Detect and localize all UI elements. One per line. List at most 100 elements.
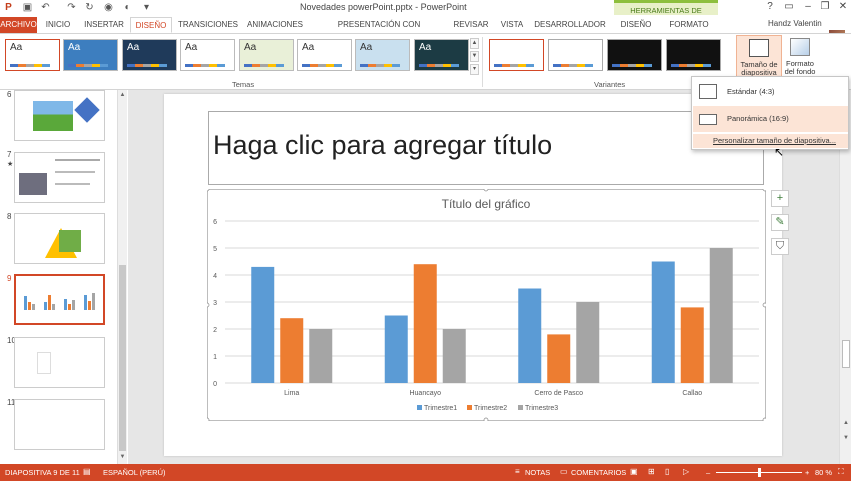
ribbon-display-button[interactable]: ▭ <box>783 1 795 13</box>
group-divider <box>482 37 483 87</box>
theme-thumbnail-label: Aa <box>10 42 23 53</box>
variant-thumbnail[interactable] <box>666 39 721 71</box>
tab-transitions[interactable]: TRANSICIONES <box>175 17 241 33</box>
slide-sorter-icon[interactable]: ⊞ <box>648 467 655 476</box>
tab-developer[interactable]: DESARROLLADOR <box>533 17 607 33</box>
touch-mode-icon[interactable]: ◐ <box>122 2 133 13</box>
reading-view-icon[interactable]: ▯ <box>665 467 669 476</box>
start-presentation-icon[interactable]: ◉ <box>103 2 114 13</box>
theme-thumbnail[interactable]: Aa <box>297 39 352 71</box>
close-button[interactable]: ✕ <box>837 1 849 13</box>
theme-thumbnail[interactable]: Aa <box>5 39 60 71</box>
y-tick-label: 0 <box>213 381 217 388</box>
editor-scrollbar-thumb[interactable] <box>842 340 850 368</box>
menu-item-standard[interactable]: Estándar (4:3) <box>693 79 848 105</box>
theme-thumbnail[interactable]: Aa <box>122 39 177 71</box>
theme-thumbnail[interactable]: Aa <box>239 39 294 71</box>
notes-button[interactable]: NOTAS <box>525 468 550 477</box>
tab-chart-design[interactable]: DISEÑO <box>614 17 658 33</box>
thumbnail-scrollbar[interactable]: ▲ ▼ <box>117 90 127 464</box>
chart-styles-button[interactable]: ✎ <box>771 214 789 231</box>
help-button[interactable]: ? <box>764 1 776 13</box>
repeat-icon[interactable]: ↻ <box>84 2 95 13</box>
comments-button[interactable]: COMENTARIOS <box>571 468 626 477</box>
scroll-down-icon[interactable]: ▼ <box>119 454 126 461</box>
gallery-more-icon[interactable]: ▾ <box>470 64 479 75</box>
slide-size-menu: Estándar (4:3) Panorámica (16:9) Persona… <box>691 76 849 150</box>
notes-icon[interactable]: ≡ <box>515 467 520 476</box>
scrollbar-thumb[interactable] <box>119 265 126 451</box>
tab-slideshow[interactable]: PRESENTACIÓN CON DIAPOSITIVAS <box>312 17 446 44</box>
save-icon[interactable]: ▣ <box>22 2 33 13</box>
tab-animations[interactable]: ANIMACIONES <box>244 17 306 33</box>
theme-thumbnail[interactable]: Aa <box>355 39 410 71</box>
slide-size-button[interactable]: Tamaño de diapositiva <box>736 35 782 78</box>
theme-thumbnail-label: Aa <box>302 42 315 53</box>
zoom-in-icon[interactable]: + <box>805 468 809 477</box>
redo-icon[interactable]: ↷ <box>66 2 77 13</box>
language-status[interactable]: ESPAÑOL (PERÚ) <box>103 468 166 477</box>
slide-thumbnail-10[interactable] <box>14 337 105 388</box>
scroll-up-icon[interactable]: ▲ <box>119 92 126 99</box>
variant-thumbnail[interactable] <box>607 39 662 71</box>
theme-thumbnail[interactable]: Aa <box>63 39 118 71</box>
zoom-slider-handle[interactable] <box>758 468 761 477</box>
chart-elements-button[interactable]: + <box>771 190 789 207</box>
slide-thumbnail-7[interactable] <box>14 152 105 203</box>
minimize-button[interactable]: – <box>802 1 814 13</box>
tab-file[interactable]: ARCHIVO <box>0 17 37 33</box>
slide-number: 7 <box>7 150 12 159</box>
slide-thumbnail-9[interactable] <box>14 274 105 325</box>
resize-handle <box>207 417 210 421</box>
landscape-image <box>33 101 73 131</box>
slide-thumbnail-11[interactable] <box>14 399 105 450</box>
scroll-down-icon[interactable]: ▼ <box>842 435 850 441</box>
variant-thumbnail[interactable] <box>548 39 603 71</box>
chart-filters-button[interactable]: ⛉ <box>771 238 789 255</box>
restore-button[interactable]: ❐ <box>819 1 831 13</box>
variant-color-bar <box>553 64 593 67</box>
tab-review[interactable]: REVISAR <box>450 17 492 33</box>
normal-view-icon[interactable]: ▣ <box>630 467 638 476</box>
gallery-up-icon[interactable]: ▲ <box>470 38 479 49</box>
chart-title: Título del gráfico <box>442 197 531 211</box>
theme-thumbnail-label: Aa <box>127 42 140 53</box>
undo-icon[interactable]: ↶ <box>40 2 51 13</box>
tab-view[interactable]: VISTA <box>497 17 527 33</box>
theme-thumbnail-label: Aa <box>419 42 432 53</box>
slide-thumbnail-8[interactable] <box>14 213 105 264</box>
bar-trimestre3-1 <box>442 329 466 383</box>
tab-chart-format[interactable]: FORMATO <box>662 17 716 33</box>
tab-home[interactable]: INICIO <box>40 17 76 33</box>
chart[interactable]: Título del gráfico 0 1 2 3 4 5 6 Lima Huancayo Cer… <box>207 189 766 421</box>
bar-trimestre1-0 <box>251 266 275 383</box>
variant-color-bar <box>671 64 711 67</box>
scroll-up-icon[interactable]: ▲ <box>842 420 850 426</box>
x-tick-label: Huancayo <box>409 390 441 397</box>
spellcheck-icon[interactable]: ▤ <box>83 467 91 476</box>
slideshow-view-icon[interactable]: ▷ <box>683 467 689 476</box>
zoom-out-icon[interactable]: – <box>706 468 710 477</box>
title-placeholder-text[interactable]: Haga clic para agregar título <box>213 130 552 161</box>
fit-slide-icon[interactable]: ⛶ <box>838 467 844 477</box>
user-name[interactable]: Handz Valentin <box>768 19 822 28</box>
resize-handle <box>483 189 489 192</box>
zoom-level[interactable]: 80 % <box>815 468 832 477</box>
tab-design[interactable]: DISEÑO <box>130 17 172 33</box>
slide-thumbnail-6[interactable] <box>14 90 105 141</box>
ribbon-tabs: ARCHIVO INICIO INSERTAR DISEÑO TRANSICIO… <box>0 15 851 46</box>
theme-color-bar <box>360 64 400 67</box>
theme-color-bar <box>68 64 108 67</box>
comments-icon[interactable]: ▭ <box>560 467 568 476</box>
theme-thumbnail[interactable]: Aa <box>414 39 469 71</box>
menu-item-widescreen[interactable]: Panorámica (16:9) <box>693 106 848 132</box>
format-background-button[interactable]: Formato del fondo <box>782 35 818 78</box>
tab-insert[interactable]: INSERTAR <box>80 17 128 33</box>
theme-thumbnail-label: Aa <box>185 42 198 53</box>
gallery-down-icon[interactable]: ▼ <box>470 51 479 62</box>
resize-handle <box>762 189 766 192</box>
menu-item-custom-size[interactable]: Personalizar tamaño de diapositiva... <box>693 134 848 148</box>
theme-thumbnail[interactable]: Aa <box>180 39 235 71</box>
variant-thumbnail[interactable] <box>489 39 544 71</box>
customize-toolbar-icon[interactable]: ▾ <box>141 2 152 13</box>
